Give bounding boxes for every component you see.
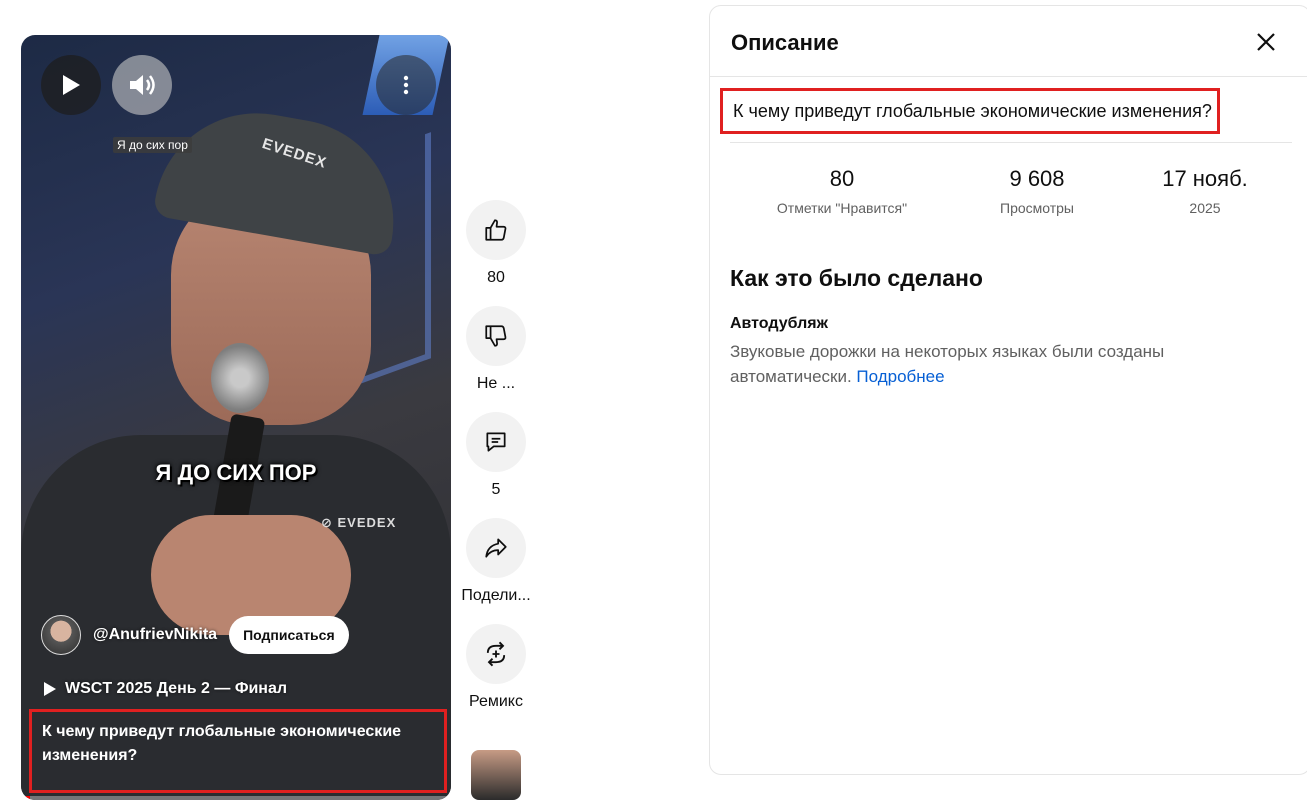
dislike-action: Не ... — [456, 306, 536, 394]
dislike-label: Не ... — [476, 375, 516, 392]
auto-dubbing-title: Автодубляж — [730, 315, 828, 332]
microphone-head — [211, 343, 269, 413]
channel-avatar[interactable] — [41, 615, 81, 655]
share-icon — [485, 538, 507, 558]
auto-dubbing-text: Звуковые дорожки на некоторых языках был… — [730, 339, 1230, 389]
share-action: Подели... — [456, 518, 536, 606]
close-button[interactable] — [1250, 26, 1282, 58]
comment-icon — [486, 432, 506, 452]
thumbs-up-icon — [485, 219, 507, 241]
panel-header: Описание — [710, 6, 1307, 77]
date-year: 2025 — [1189, 200, 1221, 216]
remix-button[interactable] — [466, 624, 526, 684]
more-options-button[interactable] — [376, 55, 436, 115]
play-button[interactable] — [41, 55, 101, 115]
close-icon — [1257, 33, 1275, 51]
how-made-heading: Как это было сделано — [730, 265, 983, 291]
like-button[interactable] — [466, 200, 526, 260]
date-value: 17 нояб. — [1162, 166, 1248, 191]
play-icon — [63, 75, 80, 95]
play-small-icon — [44, 682, 56, 696]
share-label: Подели... — [461, 587, 531, 604]
stat-likes: 80 Отметки "Нравится" — [730, 164, 954, 216]
likes-label: Отметки "Нравится" — [776, 200, 908, 216]
like-count: 80 — [487, 269, 505, 286]
auto-dubbing-description: Звуковые дорожки на некоторых языках был… — [730, 342, 1165, 386]
playlist-link[interactable]: WSCT 2025 День 2 — Финал — [43, 680, 287, 698]
stats-row: 80 Отметки "Нравится" 9 608 Просмотры 17… — [730, 164, 1290, 216]
actions-column: 80 Не ... 5 Подели... Ремикс — [456, 200, 536, 730]
stat-date: 17 нояб. 2025 — [1120, 164, 1290, 216]
subscribe-button[interactable]: Подписаться — [229, 616, 349, 654]
volume-tooltip: Я до сих пор — [113, 137, 192, 153]
video-title-caption[interactable]: К чему приведут глобальные экономические… — [29, 709, 447, 793]
divider — [730, 142, 1292, 143]
remix-action: Ремикс — [456, 624, 536, 712]
volume-button[interactable] — [112, 55, 172, 115]
like-action: 80 — [456, 200, 536, 288]
stat-views: 9 608 Просмотры — [954, 164, 1120, 216]
shorts-video-player[interactable]: EVEDEX ⊘ EVEDEX Я ДО СИХ ПОР Я до сих по… — [21, 35, 451, 800]
dislike-button[interactable] — [466, 306, 526, 366]
remix-label: Ремикс — [469, 693, 523, 710]
views-label: Просмотры — [1000, 200, 1074, 216]
video-progress-bar[interactable] — [21, 796, 451, 800]
progress-fill — [21, 796, 30, 800]
more-vert-icon — [403, 75, 409, 95]
share-button[interactable] — [466, 518, 526, 578]
panel-title: Описание — [731, 30, 839, 55]
comments-count: 5 — [491, 481, 501, 498]
views-value: 9 608 — [1009, 166, 1065, 191]
learn-more-link[interactable]: Подробнее — [856, 367, 944, 386]
shirt-logo: ⊘ EVEDEX — [321, 515, 397, 530]
burned-in-caption: Я ДО СИХ ПОР — [155, 460, 317, 485]
thumbs-down-icon — [485, 325, 507, 347]
likes-value: 80 — [829, 166, 855, 191]
channel-name[interactable]: @AnufrievNikita — [93, 626, 217, 644]
comments-button[interactable] — [466, 412, 526, 472]
description-panel: Описание К чему приведут глобальные экон… — [709, 5, 1307, 775]
volume-icon — [130, 75, 155, 95]
description-text: К чему приведут глобальные экономические… — [720, 88, 1220, 134]
comments-action: 5 — [456, 412, 536, 500]
channel-row: @AnufrievNikita Подписаться — [41, 615, 349, 655]
remix-icon — [486, 641, 506, 667]
remix-source-thumbnail[interactable] — [471, 750, 521, 800]
playlist-label: WSCT 2025 День 2 — Финал — [65, 680, 288, 697]
